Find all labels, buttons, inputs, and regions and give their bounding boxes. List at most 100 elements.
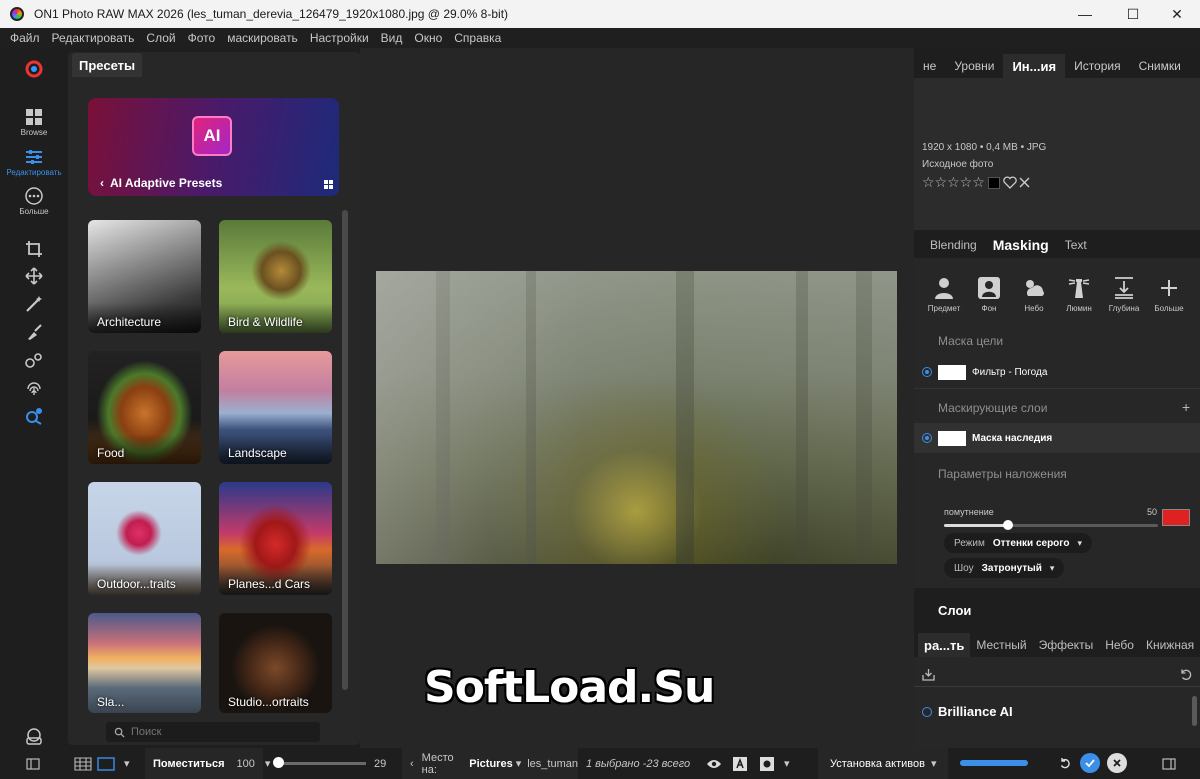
tab-blending[interactable]: Blending (922, 238, 985, 252)
blur-slider[interactable] (944, 520, 1158, 530)
preset-card-food[interactable]: Food (88, 351, 201, 464)
tab-develop[interactable]: ра...ть (918, 633, 971, 657)
menu-layer[interactable]: Слой (140, 31, 181, 45)
preset-card-architecture[interactable]: Architecture (88, 220, 201, 333)
close-button[interactable]: ✕ (1154, 0, 1200, 28)
tab-local[interactable]: Местный (970, 633, 1032, 657)
menu-photo[interactable]: Фото (182, 31, 222, 45)
tab-navigator[interactable]: не (914, 54, 945, 78)
mask-luminance-button[interactable]: Люмин (1057, 276, 1101, 313)
show-dropdown[interactable]: Шоу Затронутый ▾ (944, 558, 1065, 578)
menu-window[interactable]: Окно (408, 31, 448, 45)
tab-history[interactable]: История (1065, 54, 1130, 78)
preset-card-seascape[interactable]: Sla... (88, 613, 201, 713)
photo-canvas[interactable] (376, 271, 897, 564)
thumbnail-size-handle[interactable] (273, 757, 284, 768)
chevron-down-icon[interactable]: ▾ (265, 757, 271, 770)
layers-stack-tool[interactable] (0, 727, 68, 747)
fit-label[interactable]: Поместиться (153, 758, 225, 770)
toggle-panel-button[interactable] (26, 748, 40, 779)
blur-slider-value[interactable]: 50 (1147, 507, 1157, 517)
add-mask-layer-button[interactable]: + (1182, 399, 1190, 415)
tab-masking[interactable]: Masking (985, 237, 1057, 253)
mode-dropdown[interactable]: Режим Оттенки серого ▾ (944, 533, 1092, 553)
target-mask-row[interactable]: Фильтр - Погода (914, 357, 1200, 387)
maximize-button[interactable]: ☐ (1110, 0, 1156, 28)
menu-file[interactable]: Файл (4, 31, 46, 45)
zoom-control[interactable]: Поместиться 100 ▾ (145, 748, 270, 779)
undo-button[interactable] (1055, 753, 1075, 773)
color-label-swatch[interactable] (987, 176, 1000, 189)
presets-search-input[interactable] (131, 726, 311, 738)
cancel-button[interactable] (1107, 753, 1127, 773)
reject-x-icon[interactable] (1018, 176, 1031, 189)
text-overlay-button[interactable] (733, 748, 747, 779)
browse-module-button[interactable]: Browse (0, 108, 68, 137)
shapes-tool[interactable] (0, 351, 68, 369)
import-preset-icon[interactable] (922, 668, 935, 681)
tab-portrait[interactable]: Книжная (1140, 633, 1200, 657)
heart-icon[interactable] (1003, 176, 1017, 189)
menu-help[interactable]: Справка (448, 31, 507, 45)
toggle-right-panel-button[interactable] (1162, 748, 1176, 779)
presets-scrollbar[interactable] (342, 210, 348, 690)
location-control[interactable]: ‹ Место на: Pictures ▾ les_tuman (402, 748, 578, 779)
radio-icon[interactable] (922, 433, 932, 443)
mask-layer-row[interactable]: Маска наследия (914, 423, 1200, 453)
back-chevron-icon[interactable]: ‹ (100, 176, 104, 190)
chevron-down-icon[interactable]: ▾ (516, 757, 522, 770)
transform-tool[interactable] (0, 267, 68, 285)
preset-card-landscape[interactable]: Landscape (219, 351, 332, 464)
mask-more-button[interactable]: Больше (1147, 276, 1191, 313)
grid-view-icon[interactable] (324, 180, 333, 189)
view-options-chevron[interactable]: ▾ (124, 748, 130, 779)
place-value[interactable]: Pictures (469, 758, 512, 770)
tab-sky[interactable]: Небо (1099, 633, 1140, 657)
overlay-color-swatch[interactable] (1162, 509, 1190, 526)
tab-snapshots[interactable]: Снимки (1130, 54, 1190, 78)
apply-button[interactable] (1080, 753, 1100, 773)
toggle-circle-icon[interactable] (922, 706, 932, 717)
ai-adaptive-presets-banner[interactable]: AI ‹ AI Adaptive Presets (88, 98, 339, 196)
brilliance-ai-row[interactable]: Brilliance AI (922, 704, 1013, 719)
chevron-left-icon[interactable]: ‹ (410, 758, 414, 770)
thumbnail-size-slider[interactable] (278, 762, 366, 765)
mask-sky-button[interactable]: Небо (1012, 276, 1056, 313)
single-view-button[interactable] (97, 748, 115, 779)
tab-info[interactable]: Ин...ия (1003, 54, 1066, 78)
preset-card-bird-wildlife[interactable]: Bird & Wildlife (219, 220, 332, 333)
reset-icon[interactable] (1179, 668, 1192, 681)
minimize-button[interactable]: — (1062, 0, 1108, 28)
mask-depth-button[interactable]: Глубина (1102, 276, 1146, 313)
tab-levels[interactable]: Уровни (945, 54, 1003, 78)
mask-overlay-button[interactable] (760, 748, 774, 779)
retouch-tool[interactable] (0, 295, 68, 313)
zoom-value[interactable]: 100 (237, 758, 255, 770)
crop-tool[interactable] (0, 240, 68, 258)
grid-view-button[interactable] (74, 748, 92, 779)
ai-search-tool[interactable] (0, 407, 68, 425)
menu-edit[interactable]: Редактировать (46, 31, 141, 45)
preview-button[interactable] (706, 748, 722, 779)
preset-card-studio-portraits[interactable]: Studio...ortraits (219, 613, 332, 713)
mask-subject-button[interactable]: Предмет (922, 276, 966, 313)
radio-icon[interactable] (922, 367, 932, 377)
tab-text[interactable]: Text (1057, 238, 1095, 252)
install-assets-dropdown[interactable]: Установка активов ▾ (818, 748, 948, 779)
tab-effects[interactable]: Эффекты (1033, 633, 1100, 657)
mask-background-button[interactable]: Фон (967, 276, 1011, 313)
module-logo-button[interactable] (0, 60, 68, 78)
edit-module-button[interactable]: Редактировать (0, 148, 68, 177)
mask-brush-tool[interactable] (0, 323, 68, 341)
menu-settings[interactable]: Настройки (304, 31, 375, 45)
preset-card-planes-cars[interactable]: Planes...d Cars (219, 482, 332, 595)
fingerprint-tool[interactable] (0, 379, 68, 397)
star-rating[interactable]: ☆☆☆☆☆ (922, 174, 985, 191)
overlay-options-chevron[interactable]: ▾ (784, 748, 790, 779)
preset-card-outdoor-portraits[interactable]: Outdoor...traits (88, 482, 201, 595)
menu-view[interactable]: Вид (375, 31, 409, 45)
more-module-button[interactable]: Больше (0, 187, 68, 216)
layers-scrollbar[interactable] (1192, 696, 1197, 726)
presets-tab[interactable]: Пресеты (72, 53, 143, 77)
menu-mask[interactable]: маскировать (221, 31, 304, 45)
